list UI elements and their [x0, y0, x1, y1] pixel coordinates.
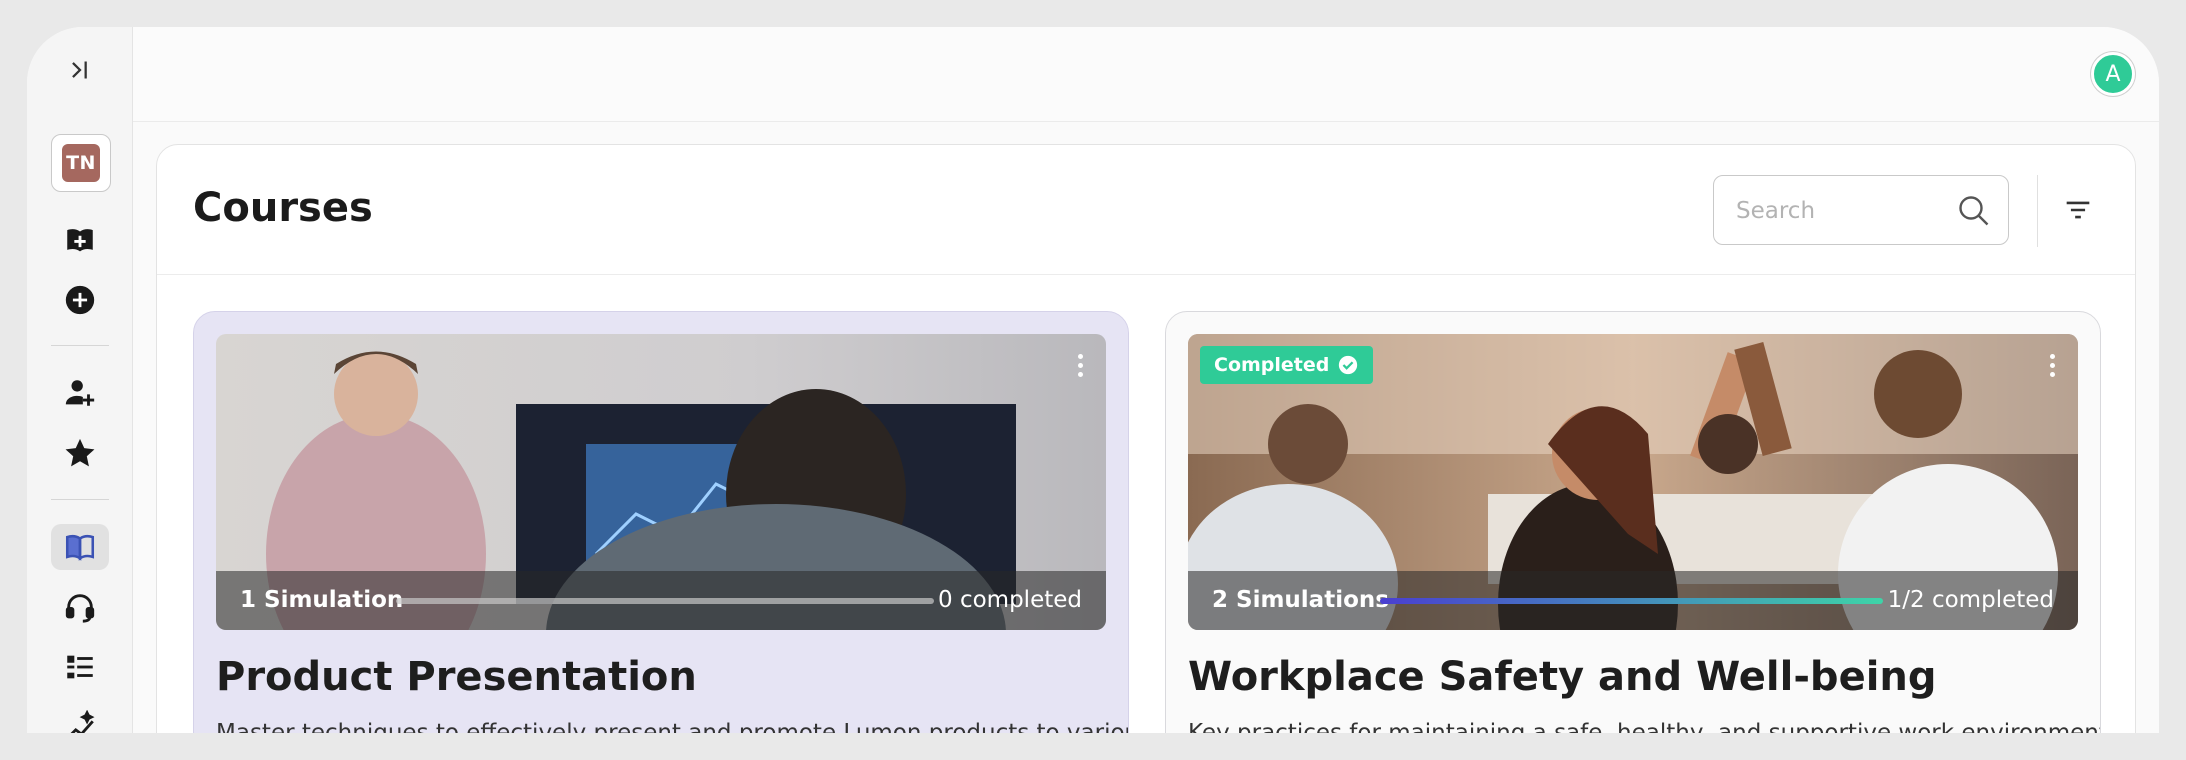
favorites-button[interactable]	[51, 430, 109, 476]
check-circle-icon	[1339, 355, 1358, 375]
progress-bar-row: 2 Simulations 1/2 completed	[1188, 571, 2078, 630]
card-menu-button[interactable]	[2048, 354, 2056, 380]
collapse-sidebar-icon	[72, 61, 87, 79]
add-user-icon	[65, 380, 95, 406]
search-box[interactable]	[1713, 175, 2009, 245]
sidebar-divider	[51, 499, 109, 500]
sparkle-chart-icon	[70, 710, 95, 733]
course-title: Workplace Safety and Well-being	[1188, 654, 1937, 700]
sidebar-divider	[51, 345, 109, 346]
simulation-count: 1 Simulation	[240, 587, 404, 613]
org-initials: TN	[62, 144, 100, 182]
add-user-button[interactable]	[51, 370, 109, 416]
simulation-count: 2 Simulations	[1212, 587, 1389, 613]
star-icon	[65, 438, 95, 467]
course-card[interactable]: Completed 2 Simulations 1/2 completed Wo…	[1165, 311, 2101, 733]
user-avatar[interactable]: A	[2091, 52, 2135, 96]
add-circle-icon	[65, 285, 95, 315]
analytics-nav-button[interactable]	[51, 704, 109, 733]
app-screen: TN A Courses Search 1 Simulation 0 compl…	[27, 27, 2159, 733]
add-course-button[interactable]	[51, 217, 109, 263]
page-title: Courses	[193, 185, 373, 231]
support-nav-button[interactable]	[51, 584, 109, 630]
header-divider	[2037, 175, 2038, 247]
search-icon[interactable]	[1956, 193, 1992, 229]
org-switcher[interactable]: TN	[51, 134, 111, 192]
completed-badge-label: Completed	[1214, 354, 1330, 376]
list-nav-button[interactable]	[51, 644, 109, 690]
completed-badge: Completed	[1200, 346, 1374, 384]
book-icon	[65, 534, 95, 561]
progress-track	[396, 598, 934, 604]
card-menu-button[interactable]	[1076, 354, 1084, 380]
course-description: Master techniques to effectively present…	[216, 720, 1129, 733]
course-description: Key practices for maintaining a safe, he…	[1188, 720, 2101, 733]
sidebar: TN	[27, 27, 133, 733]
progress-bar-row: 1 Simulation 0 completed	[216, 571, 1106, 630]
completion-count: 1/2 completed	[1887, 587, 2054, 613]
list-icon	[67, 655, 93, 679]
headset-icon	[65, 594, 95, 623]
course-title: Product Presentation	[216, 654, 697, 700]
course-thumbnail[interactable]: 1 Simulation 0 completed	[216, 334, 1106, 630]
course-card[interactable]: 1 Simulation 0 completed Product Present…	[193, 311, 1129, 733]
filter-icon[interactable]	[2061, 193, 2095, 227]
device-frame: TN A Courses Search 1 Simulation 0 compl…	[0, 0, 2186, 760]
search-input[interactable]	[1736, 194, 1936, 228]
courses-panel: Courses Search 1 Simulation 0 completed …	[156, 144, 2136, 733]
progress-track	[1380, 598, 1883, 604]
completion-count: 0 completed	[938, 587, 1082, 613]
courses-nav-button[interactable]	[51, 524, 109, 570]
top-bar: A	[133, 27, 2159, 122]
course-thumbnail[interactable]: Completed 2 Simulations 1/2 completed	[1188, 334, 2078, 630]
create-button[interactable]	[51, 277, 109, 323]
collapse-sidebar-button[interactable]	[51, 47, 109, 93]
add-course-icon	[67, 229, 93, 252]
panel-header: Courses	[157, 145, 2135, 275]
